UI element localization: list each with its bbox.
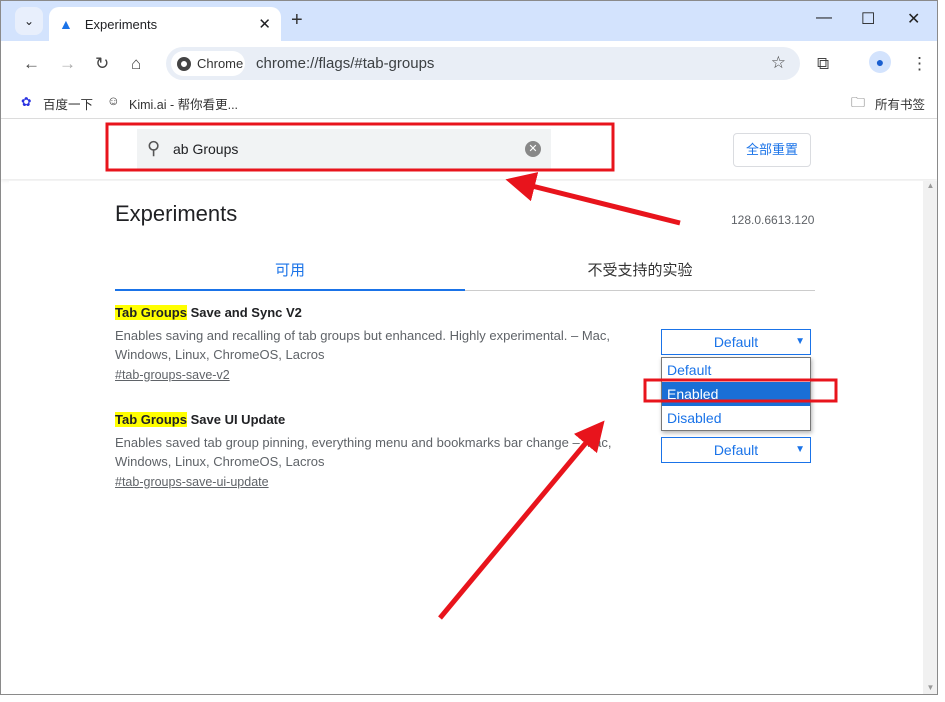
browser-window: ⌄ ▲ Experiments ✕ + — ☐ ✕ ← → ↻ ⌂ Chrome… bbox=[0, 0, 938, 695]
experiment-item: Tab Groups Save UI Update Enables saved … bbox=[115, 412, 615, 489]
toolbar: ← → ↻ ⌂ Chrome chrome://flags/#tab-group… bbox=[1, 41, 937, 86]
scrollbar[interactable]: ▲ ▼ bbox=[923, 181, 937, 694]
search-icon: ⚲ bbox=[147, 138, 161, 158]
new-tab-button[interactable]: + bbox=[291, 9, 303, 32]
flags-header: ⚲ ab Groups ✕ 全部重置 bbox=[1, 119, 937, 179]
back-icon[interactable]: ← bbox=[23, 54, 40, 74]
version-label: 128.0.6613.120 bbox=[731, 213, 815, 227]
experiment-title: Tab Groups Save and Sync V2 bbox=[115, 305, 302, 320]
select-dropdown: Default Enabled Disabled bbox=[661, 357, 811, 431]
folder-icon: 🗀 bbox=[851, 94, 865, 110]
chrome-logo-icon bbox=[177, 56, 191, 71]
maximize-icon[interactable]: ☐ bbox=[861, 9, 875, 29]
option-disabled[interactable]: Disabled bbox=[662, 406, 810, 430]
scroll-up-icon[interactable]: ▲ bbox=[923, 181, 937, 190]
tab-bar: 可用 不受支持的实验 bbox=[115, 243, 815, 291]
flags-content: Experiments 128.0.6613.120 可用 不受支持的实验 Ta… bbox=[9, 181, 923, 694]
tab-strip: ⌄ ▲ Experiments ✕ + — ☐ ✕ bbox=[1, 1, 937, 41]
close-window-icon[interactable]: ✕ bbox=[907, 9, 920, 29]
experiment-link[interactable]: #tab-groups-save-ui-update bbox=[115, 475, 615, 489]
home-icon[interactable]: ⌂ bbox=[131, 54, 141, 74]
chevron-down-icon: ▼ bbox=[795, 336, 805, 347]
minimize-icon[interactable]: — bbox=[816, 9, 832, 27]
baidu-icon: ✿ bbox=[21, 95, 32, 109]
menu-icon[interactable]: ⋮ bbox=[911, 54, 928, 74]
experiment-description: Enables saved tab group pinning, everyth… bbox=[115, 435, 612, 469]
reload-icon[interactable]: ↻ bbox=[95, 54, 109, 74]
profile-avatar-icon[interactable]: ● bbox=[869, 51, 891, 73]
clear-search-icon[interactable]: ✕ bbox=[525, 141, 541, 157]
forward-icon[interactable]: → bbox=[59, 54, 76, 74]
site-info-chip[interactable]: Chrome bbox=[171, 51, 245, 76]
bookmarks-bar: ✿ 百度一下 ☺ Kimi.ai - 帮你看更... 🗀 所有书签 bbox=[1, 86, 937, 119]
all-bookmarks[interactable]: 所有书签 bbox=[875, 94, 925, 113]
tab-search-button[interactable]: ⌄ bbox=[15, 7, 43, 35]
tab-available[interactable]: 可用 bbox=[115, 259, 465, 291]
bookmark-baidu[interactable]: 百度一下 bbox=[43, 94, 93, 113]
experiment-link[interactable]: #tab-groups-save-v2 bbox=[115, 368, 615, 382]
experiment-select[interactable]: Default ▼ bbox=[661, 329, 811, 355]
kimi-avatar-icon: ☺ bbox=[107, 94, 120, 108]
scroll-down-icon[interactable]: ▼ bbox=[923, 683, 937, 692]
experiment-title: Tab Groups Save UI Update bbox=[115, 412, 286, 427]
option-default[interactable]: Default bbox=[662, 358, 810, 382]
page-title: Experiments bbox=[115, 201, 238, 226]
tab-unavailable[interactable]: 不受支持的实验 bbox=[465, 259, 815, 280]
experiment-item: Tab Groups Save and Sync V2 Enables savi… bbox=[115, 305, 615, 382]
extensions-icon[interactable]: ⧉ bbox=[817, 54, 829, 74]
search-input[interactable]: ⚲ ab Groups ✕ bbox=[137, 129, 551, 169]
bookmark-kimi[interactable]: Kimi.ai - 帮你看更... bbox=[129, 94, 238, 113]
experiment-select[interactable]: Default ▼ bbox=[661, 437, 811, 463]
bookmark-star-icon[interactable]: ☆ bbox=[771, 53, 786, 73]
experiment-description: Enables saving and recalling of tab grou… bbox=[115, 328, 611, 362]
flask-icon: ▲ bbox=[59, 16, 73, 32]
option-enabled[interactable]: Enabled bbox=[662, 382, 810, 406]
reset-all-button[interactable]: 全部重置 bbox=[733, 133, 811, 167]
address-bar[interactable]: Chrome chrome://flags/#tab-groups ☆ bbox=[166, 47, 800, 80]
tab-experiments[interactable]: ▲ Experiments ✕ bbox=[49, 7, 281, 41]
chevron-down-icon: ▼ bbox=[795, 444, 805, 455]
close-tab-icon[interactable]: ✕ bbox=[258, 15, 271, 33]
